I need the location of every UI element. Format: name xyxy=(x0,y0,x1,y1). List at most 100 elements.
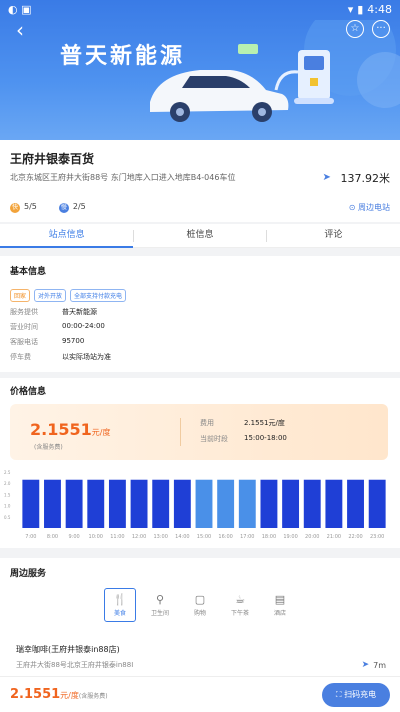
fee-row: 费用 2.1551元/度 xyxy=(200,419,285,427)
x-tick-label: 7:00 xyxy=(25,534,36,540)
basic-info-section: 基本信息 回家 对外开放 全部支持付款充电 服务提供 普天新能源 营业时间 00:0… xyxy=(0,256,400,372)
x-tick-label: 19:00 xyxy=(283,534,297,540)
x-tick-label: 17:00 xyxy=(240,534,254,540)
price-bar xyxy=(368,479,386,528)
poi-distance[interactable]: ➤ 7m xyxy=(362,660,386,670)
fast-charger-count: 快 5/5 xyxy=(10,202,37,213)
price-bar xyxy=(44,479,61,528)
hotel-icon: ▤ xyxy=(274,593,286,606)
navigation-icon: ➤ xyxy=(361,660,370,670)
price-bar xyxy=(260,479,278,528)
slow-charge-icon: 慢 xyxy=(58,203,69,213)
x-tick-label: 11:00 xyxy=(110,534,124,540)
food-icon: 🍴 xyxy=(113,593,127,606)
distance-value: 137.92米 xyxy=(340,172,391,185)
y-tick-label: 0.5 xyxy=(4,515,11,520)
tab-station-info[interactable]: 站点信息 xyxy=(0,224,134,248)
price-section: 价格信息 2.1551元/度 (含服务费) 费用 2.1551元/度 当前时段 15… xyxy=(0,378,400,548)
price-card: 2.1551元/度 (含服务费) 费用 2.1551元/度 当前时段 15:00-1… xyxy=(10,404,388,460)
brand-title: 普天新能源 xyxy=(60,44,186,69)
x-tick-label: 21:00 xyxy=(327,534,341,540)
back-button[interactable]: ‹ xyxy=(8,18,32,42)
y-tick-label: 1.5 xyxy=(4,492,11,497)
slow-charger-count: 慢 2/5 xyxy=(58,202,86,213)
x-tick-label: 13:00 xyxy=(153,534,167,540)
favorite-star-icon[interactable]: ☆ xyxy=(346,20,364,38)
info-row-phone[interactable]: 客服电话 95700 xyxy=(10,337,390,347)
poi-address: 王府井大街88号北京王府井银泰in88I xyxy=(16,661,134,669)
service-hotel[interactable]: ▤ 酒店 xyxy=(264,588,296,622)
status-right: ▾ ▮ 4:48 xyxy=(348,3,392,16)
poi-name[interactable]: 瑞幸咖啡(王府井银泰in88店) xyxy=(16,644,120,655)
navigation-icon: ➤ xyxy=(322,172,331,183)
price-note: (含服务费) xyxy=(34,444,63,451)
price-bar xyxy=(303,479,321,528)
y-tick-label: 2.0 xyxy=(4,481,11,486)
price-info-title: 价格信息 xyxy=(10,387,47,397)
location-pin-icon: ⊙ xyxy=(348,203,356,212)
service-food[interactable]: 🍴 美食 xyxy=(104,588,136,622)
price-bar xyxy=(87,479,105,528)
price-bar xyxy=(217,479,235,528)
info-row-hours: 营业时间 00:00-24:00 xyxy=(10,322,105,331)
status-bar: ◐ ▣ ▾ ▮ 4:48 xyxy=(0,0,400,18)
price-bar xyxy=(173,479,191,528)
price-bar xyxy=(347,479,364,528)
price-bar xyxy=(238,479,256,528)
service-categories: 🍴 美食 ⚲ 卫生间 ▢ 购物 ☕ 下午茶 ▤ 酒店 xyxy=(104,588,296,622)
tab-divider xyxy=(266,230,267,242)
tag-open: 对外开放 xyxy=(34,289,67,302)
wifi-icon: ▾ xyxy=(347,3,354,16)
x-tick-label: 9:00 xyxy=(69,534,80,540)
tag-home: 回家 xyxy=(10,289,31,302)
bottom-price: 2.1551元/度(含服务费) xyxy=(10,687,108,702)
fast-charge-icon: 快 xyxy=(10,203,20,213)
price-bar xyxy=(108,479,126,528)
x-tick-label: 16:00 xyxy=(218,534,232,540)
station-tags: 回家 对外开放 全部支持付款充电 xyxy=(10,289,390,302)
price-bar-chart: 2.5 2.0 1.5 1.0 0.5 7:00 8:00 9:00 10:00 11:00 12:… xyxy=(4,470,386,540)
status-time: 4:48 xyxy=(367,3,392,16)
tag-payment: 全部支持付款充电 xyxy=(70,289,127,302)
info-row-provider: 服务提供 普天新能源 xyxy=(10,308,97,316)
price-bar xyxy=(152,479,170,528)
status-icons: ◐ ▣ xyxy=(8,3,32,16)
station-distance[interactable]: ➤ 137.92米 xyxy=(323,170,391,186)
tab-bar: 站点信息 桩信息 评论 xyxy=(0,224,400,248)
nearby-title: 周边服务 xyxy=(10,569,47,579)
x-tick-label: 10:00 xyxy=(89,534,103,540)
scan-icon: ⛶ xyxy=(335,690,342,699)
service-shopping[interactable]: ▢ 购物 xyxy=(184,588,216,622)
price-bar xyxy=(195,479,213,528)
y-tick-label: 1.0 xyxy=(4,504,11,509)
price-bar xyxy=(282,479,300,528)
x-tick-label: 20:00 xyxy=(305,534,319,540)
tab-pile-info[interactable]: 桩信息 xyxy=(133,224,266,247)
nearby-services-section: 周边服务 🍴 美食 ⚲ 卫生间 ▢ 购物 ☕ 下午茶 ▤ 酒店 瑞幸咖啡(王府井银泰in8… xyxy=(0,558,400,676)
period-row: 当前时段 15:00-18:00 xyxy=(200,434,287,443)
price-bar xyxy=(22,479,40,528)
nearby-stations-link[interactable]: ⊙ 周边电站 xyxy=(349,202,390,213)
shopping-icon: ▢ xyxy=(194,593,206,606)
x-tick-label: 23:00 xyxy=(370,534,384,540)
hero-banner: 普天新能源 xyxy=(0,0,400,140)
tab-comments[interactable]: 评论 xyxy=(267,224,400,247)
price-bar xyxy=(325,479,343,528)
station-address: 北京东城区王府井大街88号 东门地库入口进入地库B4-046车位 xyxy=(10,173,236,182)
y-tick-label: 2.5 xyxy=(4,470,11,475)
x-tick-label: 12:00 xyxy=(132,534,146,540)
basic-info-title: 基本信息 xyxy=(10,267,47,277)
bottom-bar: 2.1551元/度(含服务费) ⛶ 扫码充电 xyxy=(0,676,400,712)
more-icon[interactable]: ··· xyxy=(372,20,390,38)
tab-divider xyxy=(133,230,134,242)
station-card: 王府井银泰百货 北京东城区王府井大街88号 东门地库入口进入地库B4-046车位… xyxy=(0,140,400,222)
info-row-parking: 停车费 以实际场站为准 xyxy=(10,353,111,361)
scan-to-charge-button[interactable]: ⛶ 扫码充电 xyxy=(322,683,390,707)
x-tick-label: 14:00 xyxy=(175,534,189,540)
service-tea[interactable]: ☕ 下午茶 xyxy=(224,588,256,622)
x-tick-label: 22:00 xyxy=(348,534,362,540)
current-price: 2.1551元/度 xyxy=(30,420,111,439)
toilet-icon: ⚲ xyxy=(155,593,165,606)
service-toilet[interactable]: ⚲ 卫生间 xyxy=(144,588,176,622)
x-tick-label: 18:00 xyxy=(262,534,276,540)
